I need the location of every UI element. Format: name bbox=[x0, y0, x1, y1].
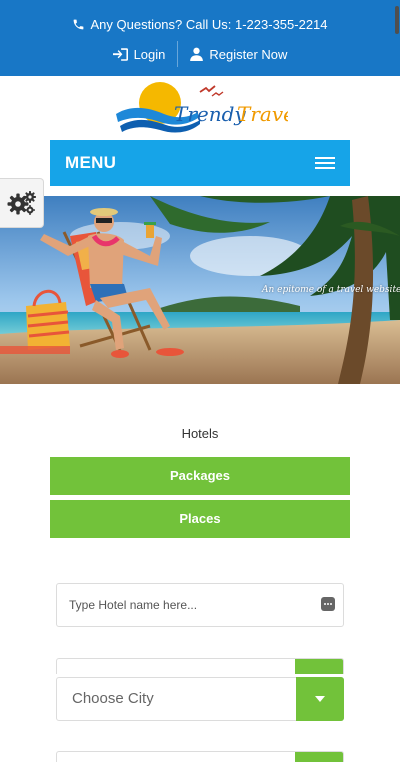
top-bar: Any Questions? Call Us: 1-223-355-2214 L… bbox=[0, 0, 400, 76]
hotel-search-field bbox=[56, 583, 344, 627]
ellipsis-icon[interactable] bbox=[321, 597, 335, 611]
hamburger-icon bbox=[315, 154, 335, 172]
caret-down-icon[interactable] bbox=[296, 677, 344, 721]
account-links: Login Register Now bbox=[0, 40, 400, 68]
phone-icon bbox=[74, 19, 84, 30]
bird-icon bbox=[199, 85, 216, 93]
menu-label: MENU bbox=[65, 153, 117, 172]
user-icon bbox=[190, 47, 204, 61]
login-label: Login bbox=[133, 46, 166, 62]
tab-places[interactable]: Places bbox=[50, 500, 350, 538]
settings-panel-toggle[interactable] bbox=[0, 178, 44, 228]
menu-toggle[interactable]: MENU bbox=[50, 140, 350, 186]
next-field-button[interactable] bbox=[295, 752, 343, 762]
hero-banner: An epitome of a travel website bbox=[0, 196, 400, 384]
tab-packages[interactable]: Packages bbox=[50, 457, 350, 495]
city-select[interactable]: Choose City bbox=[56, 677, 344, 721]
svg-text:Travel: Travel bbox=[237, 102, 288, 126]
phone-text: Any Questions? Call Us: 1-223-355-2214 bbox=[90, 17, 328, 32]
register-label: Register Now bbox=[209, 46, 288, 62]
gears-icon bbox=[7, 191, 36, 215]
site-logo[interactable]: Trendy Travel bbox=[116, 80, 301, 136]
date-field-button[interactable] bbox=[295, 659, 343, 674]
date-field-partial[interactable] bbox=[56, 658, 344, 674]
city-select-value: Choose City bbox=[72, 690, 154, 707]
tab-hotels[interactable]: Hotels bbox=[50, 418, 350, 450]
contact-line: Any Questions? Call Us: 1-223-355-2214 bbox=[0, 16, 400, 34]
login-link[interactable]: Login bbox=[101, 47, 178, 62]
login-icon bbox=[112, 47, 128, 61]
register-link[interactable]: Register Now bbox=[178, 47, 299, 62]
hero-tagline: An epitome of a travel website bbox=[262, 285, 400, 295]
scrollbar-thumb[interactable] bbox=[395, 6, 399, 34]
next-field-partial[interactable] bbox=[56, 751, 344, 762]
hotel-name-input[interactable] bbox=[69, 584, 309, 626]
logo-text: Trendy bbox=[174, 102, 246, 126]
